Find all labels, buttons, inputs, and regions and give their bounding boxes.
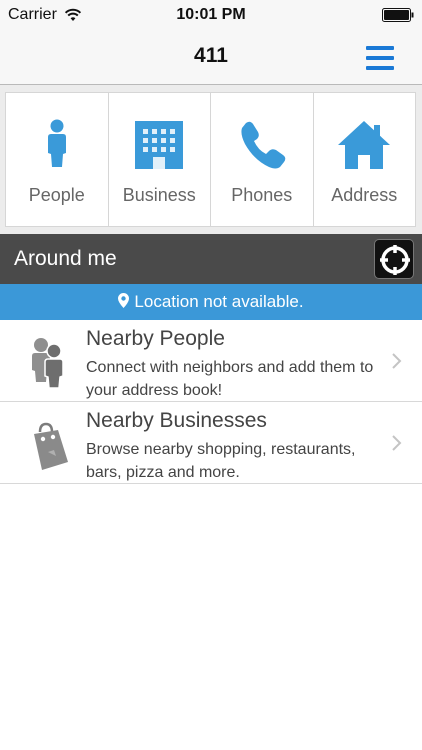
list-item-title: Nearby People <box>86 327 225 350</box>
list-item-description: Connect with neighbors and add them to y… <box>86 359 374 399</box>
page-title: 411 <box>194 44 228 67</box>
category-label: Business <box>122 185 196 205</box>
house-icon <box>338 121 391 169</box>
section-title: Around me <box>14 247 117 270</box>
chevron-right-icon <box>392 353 402 369</box>
list-item-nearby-people[interactable]: Nearby People Connect with neighbors and… <box>0 320 422 402</box>
category-label: People <box>28 185 85 205</box>
around-me-header: Around me <box>0 234 422 284</box>
category-address[interactable]: Address <box>314 93 416 226</box>
list-item-description: Browse nearby shopping, restaurants, bar… <box>86 441 356 481</box>
category-business[interactable]: Business <box>109 93 211 226</box>
locate-me-button[interactable] <box>374 239 414 279</box>
people-icon <box>32 338 64 388</box>
location-status-banner: Location not available. <box>0 284 422 320</box>
battery-icon <box>382 8 414 22</box>
category-people[interactable]: People <box>6 93 109 226</box>
person-icon <box>47 119 66 167</box>
building-icon <box>135 121 184 169</box>
list-item-nearby-businesses[interactable]: Nearby Businesses Browse nearby shopping… <box>0 402 422 484</box>
navigation-bar: 411 <box>0 32 422 85</box>
clock: 10:01 PM <box>176 6 246 23</box>
category-grid: People Business Phones Address <box>5 92 416 227</box>
status-bar: Carrier 10:01 PM <box>0 0 422 32</box>
category-label: Address <box>331 185 398 205</box>
phone-icon <box>241 121 286 169</box>
list-item-title: Nearby Businesses <box>86 409 267 432</box>
location-status-text: Location not available. <box>134 292 304 311</box>
chevron-right-icon <box>392 435 402 451</box>
crosshair-icon <box>380 245 410 275</box>
category-section: People Business Phones Address <box>0 85 422 234</box>
category-phones[interactable]: Phones <box>211 93 314 226</box>
map-pin-icon <box>118 293 130 308</box>
hamburger-menu-icon[interactable] <box>366 46 394 70</box>
shopping-tag-icon <box>34 422 68 470</box>
category-label: Phones <box>231 185 293 205</box>
